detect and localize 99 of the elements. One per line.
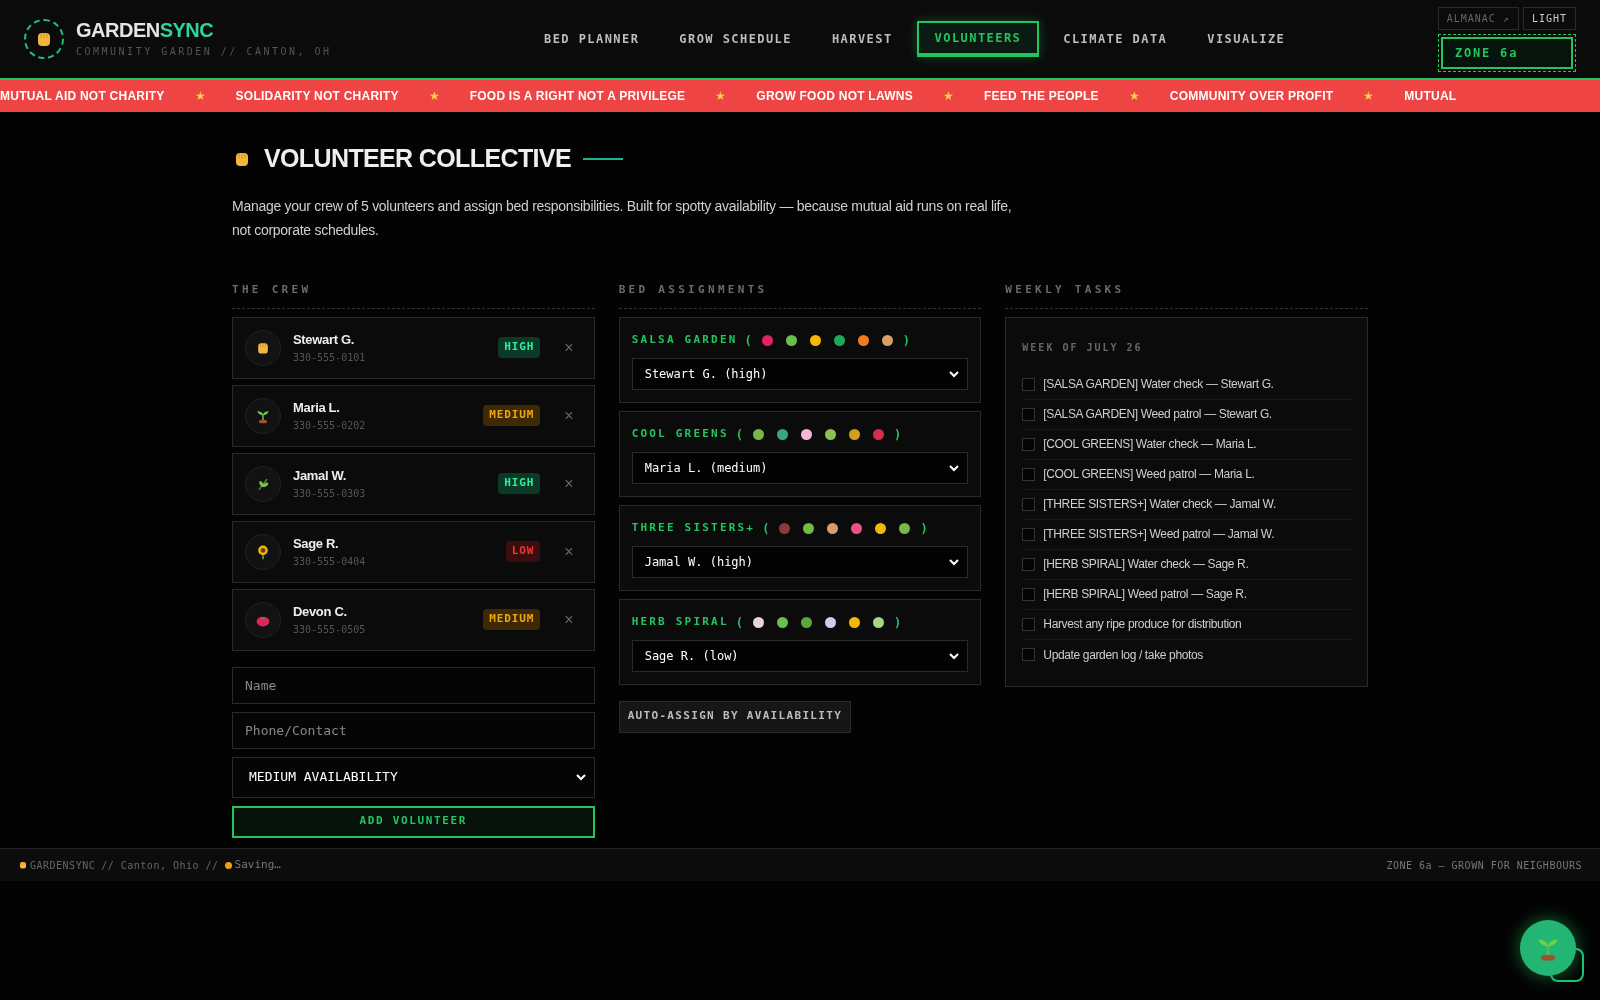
task-checkbox[interactable] xyxy=(1022,648,1036,661)
auto-assign-button[interactable]: AUTO-ASSIGN BY AVAILABILITY xyxy=(618,700,852,733)
brand-name: GARDENSYNC xyxy=(76,19,215,40)
slogan-text: FOOD IS A RIGHT NOT A PRIVILEGE xyxy=(469,88,686,105)
slogan-text: SOLIDARITY NOT CHARITY xyxy=(235,88,399,105)
section-heading: THE CREW xyxy=(232,282,312,296)
task-checkbox[interactable] xyxy=(1022,617,1036,631)
chevron-down-icon xyxy=(574,771,587,783)
task-label: [THREE SISTERS+] Weed patrol — Jamal W. xyxy=(1043,526,1275,543)
task-label: Harvest any ripe produce for distribution xyxy=(1043,616,1242,633)
bracket: ) xyxy=(893,426,902,444)
bed-name: SALSA GARDEN xyxy=(631,332,738,349)
task-checkbox[interactable] xyxy=(1022,377,1036,391)
volunteer-phone: 330-555-0505 xyxy=(293,622,366,637)
remove-button[interactable]: × xyxy=(564,403,574,428)
bed-name: THREE SISTERS+ xyxy=(631,520,756,537)
star-separator: ★ xyxy=(428,88,440,105)
status-dot-icon xyxy=(224,861,232,869)
remove-button[interactable]: × xyxy=(564,335,574,360)
week-label: WEEK OF JULY 26 xyxy=(1022,341,1143,353)
section-heading: BED ASSIGNMENTS xyxy=(618,282,768,296)
add-volunteer-button[interactable]: ADD VOLUNTEER xyxy=(232,805,595,838)
volunteer-name: Sage R. xyxy=(293,535,340,554)
remove-button[interactable]: × xyxy=(564,471,574,496)
bracket: ) xyxy=(920,520,928,538)
bed-name: HERB SPIRAL xyxy=(631,614,729,631)
task-label: [COOL GREENS] Water check — Maria L. xyxy=(1043,436,1257,453)
availability-badge: LOW xyxy=(505,541,541,562)
nav-tab[interactable]: CLIMATE DATA xyxy=(1047,21,1184,57)
nav-tab[interactable]: BED PLANNER xyxy=(528,21,656,57)
star-separator: ★ xyxy=(715,88,727,105)
task-checkbox[interactable] xyxy=(1022,437,1036,451)
availability-select[interactable]: MEDIUM AVAILABILITY xyxy=(232,756,595,798)
volunteer-phone: 330-555-0404 xyxy=(293,554,366,569)
task-label: [COOL GREENS] Weed patrol — Maria L. xyxy=(1043,466,1255,483)
name-field[interactable]: Name xyxy=(232,666,595,704)
availability-badge: HIGH xyxy=(498,337,541,358)
volunteer-name: Devon C. xyxy=(293,603,348,622)
theme-toggle-button[interactable]: LIGHT xyxy=(1522,6,1576,30)
volunteer-phone: 330-555-0101 xyxy=(293,350,366,365)
bracket: ( xyxy=(762,520,770,538)
nav-tab[interactable]: VISUALIZE xyxy=(1191,21,1302,57)
nav-tab[interactable]: VOLUNTEERS xyxy=(916,21,1040,57)
almanac-link[interactable]: ALMANAC ↗ xyxy=(1437,6,1519,30)
remove-button[interactable]: × xyxy=(564,607,574,632)
volunteer-name: Jamal W. xyxy=(293,467,348,486)
volunteer-phone: 330-555-0303 xyxy=(293,486,366,501)
section-heading: WEEKLY TASKS xyxy=(1005,282,1125,296)
assignee-select[interactable]: Maria L. (medium) xyxy=(631,451,969,484)
bracket: ( xyxy=(735,426,743,444)
volunteer-phone: 330-555-0202 xyxy=(293,418,366,433)
save-status: Saving… xyxy=(234,856,281,873)
task-checkbox[interactable] xyxy=(1022,527,1036,541)
slogan-text: MUTUAL xyxy=(1404,88,1457,105)
slogan-text: MUTUAL AID NOT CHARITY xyxy=(0,88,165,105)
assignee-select[interactable]: Stewart G. (high) xyxy=(631,357,969,390)
volunteer-name: Stewart G. xyxy=(293,331,356,350)
task-checkbox[interactable] xyxy=(1022,407,1036,421)
footer-brand: GARDENSYNC xyxy=(30,858,96,873)
star-separator: ★ xyxy=(194,88,206,105)
task-label: [THREE SISTERS+] Water check — Jamal W. xyxy=(1043,496,1276,513)
availability-badge: HIGH xyxy=(498,473,541,494)
nav-tab[interactable]: GROW SCHEDULE xyxy=(663,21,808,57)
task-label: [HERB SPIRAL] Weed patrol — Sage R. xyxy=(1043,586,1247,603)
zone-badge: ZONE 6a xyxy=(1438,33,1576,72)
slogan-text: GROW FOOD NOT LAWNS xyxy=(756,88,913,105)
bracket: ( xyxy=(735,614,743,632)
bed-name: COOL GREENS xyxy=(631,426,729,443)
task-label: [SALSA GARDEN] Water check — Stewart G. xyxy=(1043,376,1274,393)
task-checkbox[interactable] xyxy=(1022,467,1036,481)
remove-button[interactable]: × xyxy=(564,539,574,564)
star-separator: ★ xyxy=(1363,88,1375,105)
garden-assistant-button[interactable] xyxy=(1520,920,1576,976)
slogan-text: FEED THE PEOPLE xyxy=(983,88,1099,105)
task-checkbox[interactable] xyxy=(1022,587,1036,601)
brand-subtitle: COMMUNITY GARDEN // CANTON, OH xyxy=(76,44,332,59)
assignee-select[interactable]: Sage R. (low) xyxy=(631,639,969,672)
availability-badge: MEDIUM xyxy=(483,405,541,426)
footer-location: // Canton, Ohio // xyxy=(101,858,219,873)
volunteer-name: Maria L. xyxy=(293,399,341,418)
bracket: ) xyxy=(902,332,910,350)
star-separator: ★ xyxy=(942,88,954,105)
nav-tab[interactable]: HARVEST xyxy=(815,21,909,57)
page-title: VOLUNTEER COLLECTIVE xyxy=(264,143,571,174)
task-label: [HERB SPIRAL] Water check — Sage R. xyxy=(1043,556,1249,573)
sunflower-icon xyxy=(255,543,271,560)
star-separator: ★ xyxy=(1128,88,1140,105)
task-label: [SALSA GARDEN] Weed patrol — Stewart G. xyxy=(1043,406,1272,423)
bracket: ) xyxy=(893,614,902,632)
assignee-select[interactable]: Jamal W. (high) xyxy=(631,545,969,578)
task-checkbox[interactable] xyxy=(1022,497,1036,511)
contact-field[interactable]: Phone/Contact xyxy=(232,711,595,749)
task-label: Update garden log / take photos xyxy=(1043,646,1203,664)
footer-tagline: ZONE 6a — GROWN FOR NEIGHBOURS xyxy=(1386,858,1582,873)
task-checkbox[interactable] xyxy=(1022,557,1036,571)
intro-paragraph: Manage your crew of 5 volunteers and assign bed responsibilities. Built for spotty availability — because mutual aid runs on real life, not corporate schedules. xyxy=(232,196,1013,240)
bracket: ( xyxy=(744,332,752,350)
availability-badge: MEDIUM xyxy=(483,609,541,630)
slogan-text: COMMUNITY OVER PROFIT xyxy=(1169,88,1334,105)
